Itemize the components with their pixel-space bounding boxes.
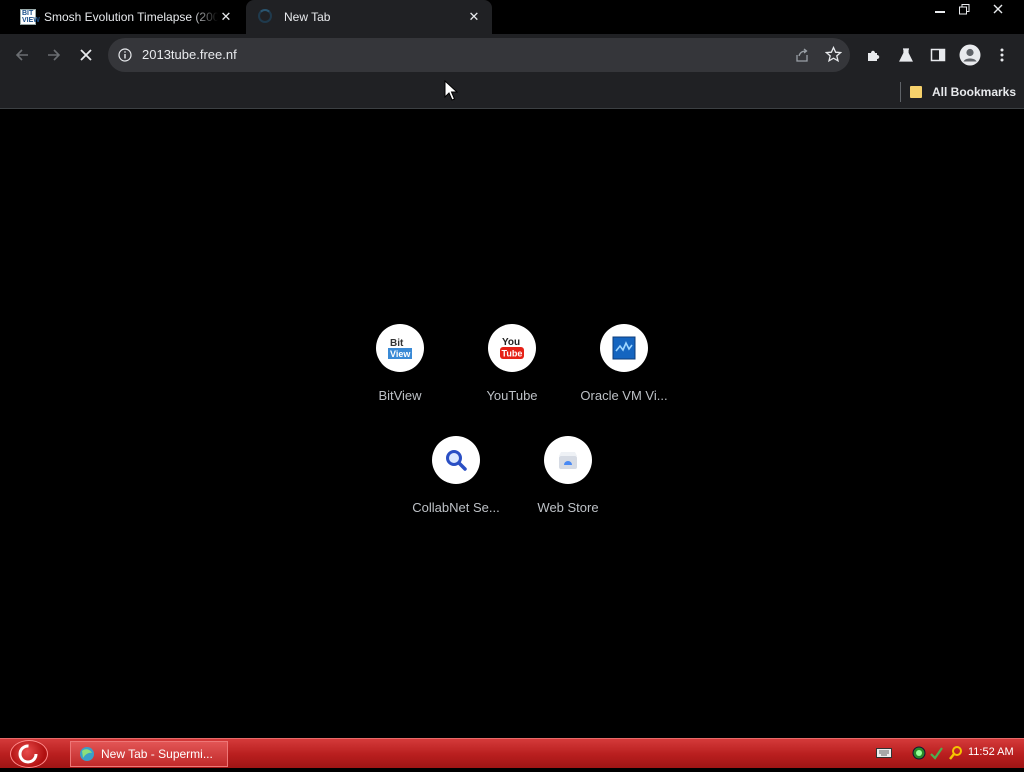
minimize-icon: [935, 11, 945, 13]
address-bar[interactable]: 2013tube.free.nf: [108, 38, 850, 72]
info-icon[interactable]: [118, 48, 132, 62]
forward-icon: [48, 49, 61, 61]
shortcut-label: BitView: [378, 388, 422, 403]
tab-new-tab[interactable]: New Tab ✕: [246, 0, 492, 34]
side-panel-button[interactable]: [922, 39, 954, 71]
shield-check-icon: [930, 747, 943, 760]
restore-button[interactable]: [951, 0, 977, 18]
close-icon: [993, 4, 1003, 14]
restore-icon: [958, 3, 969, 14]
search-tray-icon[interactable]: [948, 744, 964, 762]
tab-close-icon[interactable]: ✕: [466, 9, 482, 25]
shortcut-bitview[interactable]: Bit View BitView: [344, 324, 456, 436]
star-icon[interactable]: [825, 46, 842, 63]
svg-text:Bit: Bit: [390, 338, 404, 349]
shortcut-tile: [600, 324, 648, 372]
stop-icon: [80, 49, 92, 61]
shortcut-tile: [432, 436, 480, 484]
shortcut-youtube[interactable]: You Tube YouTube: [456, 324, 568, 436]
tab-close-icon[interactable]: ✕: [218, 9, 234, 25]
keyboard-tray-icon[interactable]: [876, 744, 892, 762]
security-tray-icon[interactable]: [929, 744, 943, 762]
bookmarks-bar: [0, 76, 1024, 109]
url-text: 2013tube.free.nf: [142, 47, 237, 62]
shortcut-tile: [544, 436, 592, 484]
stop-button[interactable]: [70, 39, 102, 71]
minimize-button[interactable]: [927, 0, 953, 18]
svg-text:View: View: [390, 349, 411, 359]
shortcut-label: CollabNet Se...: [412, 500, 500, 515]
shortcut-label: Oracle VM Vi...: [580, 388, 668, 403]
network-icon: [912, 746, 926, 760]
shortcut-oracle-vm[interactable]: Oracle VM Vi...: [568, 324, 680, 436]
menu-button[interactable]: [986, 39, 1018, 71]
tab-strip: BIT VIEW Smosh Evolution Timelapse (2005 …: [0, 0, 1024, 34]
shortcut-tile: You Tube: [488, 324, 536, 372]
network-tray-icon[interactable]: [912, 744, 926, 762]
bookmarks-separator: [900, 82, 901, 102]
taskbar-item-new-tab[interactable]: New Tab - Supermi...: [70, 741, 228, 767]
taskbar-item-label: New Tab - Supermi...: [101, 747, 213, 761]
window-close-button[interactable]: [985, 0, 1011, 18]
mouse-cursor-icon: [444, 80, 458, 101]
keyboard-icon: [876, 748, 892, 758]
profile-button[interactable]: [954, 39, 986, 71]
all-bookmarks-label: All Bookmarks: [932, 85, 1017, 99]
extensions-icon: [868, 50, 880, 61]
svg-text:Tube: Tube: [502, 349, 523, 359]
tab-title: New Tab: [284, 10, 331, 24]
tab-smosh[interactable]: BIT VIEW Smosh Evolution Timelapse (2005 …: [8, 0, 244, 34]
taskbar-clock[interactable]: 11:52 AM: [968, 746, 1014, 758]
shortcut-collabnet[interactable]: CollabNet Se...: [400, 436, 512, 548]
kebab-menu-icon: [1000, 48, 1004, 62]
all-bookmarks-button[interactable]: All Bookmarks: [910, 82, 1016, 102]
back-icon: [15, 49, 28, 61]
start-button[interactable]: [10, 740, 48, 768]
youtube-logo-icon: You Tube: [500, 337, 524, 359]
web-store-icon: [559, 452, 577, 469]
shortcut-tile: Bit View: [376, 324, 424, 372]
lab-flask-icon: [899, 48, 913, 62]
back-button[interactable]: [6, 39, 38, 71]
shortcut-label: Web Store: [537, 500, 599, 515]
tab-title: Smosh Evolution Timelapse (2005: [44, 10, 218, 24]
start-orb-icon: [18, 744, 38, 764]
magnifier-icon: [446, 450, 467, 471]
shortcut-web-store[interactable]: Web Store: [512, 436, 624, 548]
loading-spinner-icon: [258, 9, 274, 25]
bitview-logo-icon: Bit View: [388, 338, 412, 359]
virtualbox-logo-icon: [612, 336, 636, 360]
share-icon[interactable]: [794, 47, 810, 63]
shortcut-label: YouTube: [486, 388, 538, 403]
svg-text:You: You: [502, 337, 520, 348]
labs-button[interactable]: [890, 39, 922, 71]
folder-icon: [910, 86, 922, 98]
browser-app-icon: [80, 747, 94, 761]
profile-avatar-icon: [959, 44, 981, 66]
side-panel-icon: [930, 48, 946, 62]
search-icon: [949, 746, 962, 760]
extensions-button[interactable]: [858, 39, 890, 71]
bitview-favicon-icon: BIT VIEW: [20, 9, 40, 25]
forward-button[interactable]: [38, 39, 70, 71]
